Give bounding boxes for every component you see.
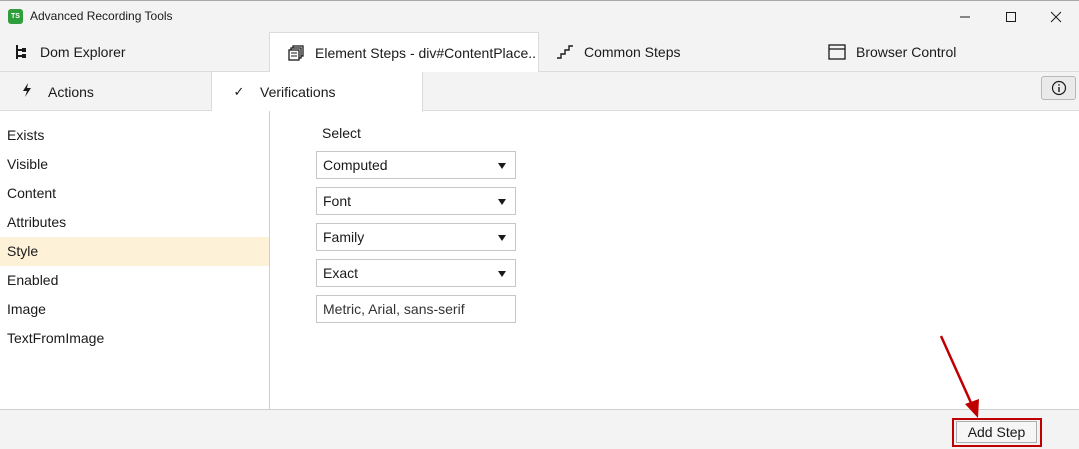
tab-label: Browser Control (856, 44, 957, 60)
info-button[interactable] (1041, 76, 1076, 100)
sub-tab-bar: Actions ✓ Verifications (0, 72, 1079, 112)
maximize-icon (1006, 12, 1016, 22)
tab-common-steps[interactable]: Common Steps (556, 32, 680, 72)
dropdown-value: Computed (323, 157, 388, 173)
tab-element-steps[interactable]: Element Steps - div#ContentPlace.. (269, 32, 539, 73)
check-icon: ✓ (233, 84, 245, 99)
stairs-icon (556, 43, 574, 61)
tree-icon (12, 43, 30, 61)
tab-browser-control[interactable]: Browser Control (828, 32, 956, 72)
verification-list-panel: Exists Visible Content Attributes Style … (0, 111, 270, 409)
tab-label: Verifications (260, 84, 336, 100)
footer-bar (0, 409, 1079, 449)
dropdown-value: Family (323, 229, 365, 245)
close-icon (1050, 11, 1062, 23)
window-title: Advanced Recording Tools (30, 9, 173, 23)
dropdown-value: Exact (323, 265, 359, 281)
tab-verifications[interactable]: ✓ Verifications (211, 72, 423, 112)
list-item-exists[interactable]: Exists (0, 121, 269, 150)
main-tab-bar: Dom Explorer Element Steps - div#Content… (0, 32, 1079, 73)
style-type-dropdown[interactable]: Computed (316, 151, 516, 179)
browser-icon (828, 43, 846, 61)
list-item-enabled[interactable]: Enabled (0, 266, 269, 295)
chevron-down-icon (498, 163, 506, 169)
style-property-dropdown[interactable]: Family (316, 223, 516, 251)
expected-value-input[interactable]: Metric, Arial, sans-serif (316, 295, 516, 323)
chevron-down-icon (498, 235, 506, 241)
chevron-down-icon (498, 271, 506, 277)
list-item-image[interactable]: Image (0, 295, 269, 324)
list-item-content[interactable]: Content (0, 179, 269, 208)
list-item-textfromimage[interactable]: TextFromImage (0, 324, 269, 353)
title-bar: TS Advanced Recording Tools (0, 0, 1079, 32)
chevron-down-icon (498, 199, 506, 205)
tab-label: Common Steps (584, 44, 681, 60)
tab-label: Dom Explorer (40, 44, 126, 60)
list-item-attributes[interactable]: Attributes (0, 208, 269, 237)
info-icon (1051, 80, 1066, 96)
tab-actions[interactable]: Actions (20, 72, 94, 111)
lightning-icon (20, 83, 34, 100)
stack-icon (287, 44, 305, 62)
style-group-dropdown[interactable]: Font (316, 187, 516, 215)
app-logo-icon: TS (8, 9, 23, 24)
tab-label: Actions (48, 83, 94, 100)
tab-label: Element Steps - div#ContentPlace.. (315, 45, 537, 61)
compare-type-dropdown[interactable]: Exact (316, 259, 516, 287)
verification-list: Exists Visible Content Attributes Style … (0, 111, 269, 353)
dropdown-value: Font (323, 193, 352, 209)
select-label: Select (322, 125, 361, 141)
close-button[interactable] (1033, 1, 1079, 33)
list-item-visible[interactable]: Visible (0, 150, 269, 179)
maximize-button[interactable] (988, 1, 1034, 33)
minimize-button[interactable] (942, 1, 988, 33)
list-item-style[interactable]: Style (0, 237, 269, 266)
minimize-icon (960, 16, 970, 18)
tab-dom-explorer[interactable]: Dom Explorer (12, 32, 126, 72)
add-step-button[interactable]: Add Step (956, 421, 1037, 443)
